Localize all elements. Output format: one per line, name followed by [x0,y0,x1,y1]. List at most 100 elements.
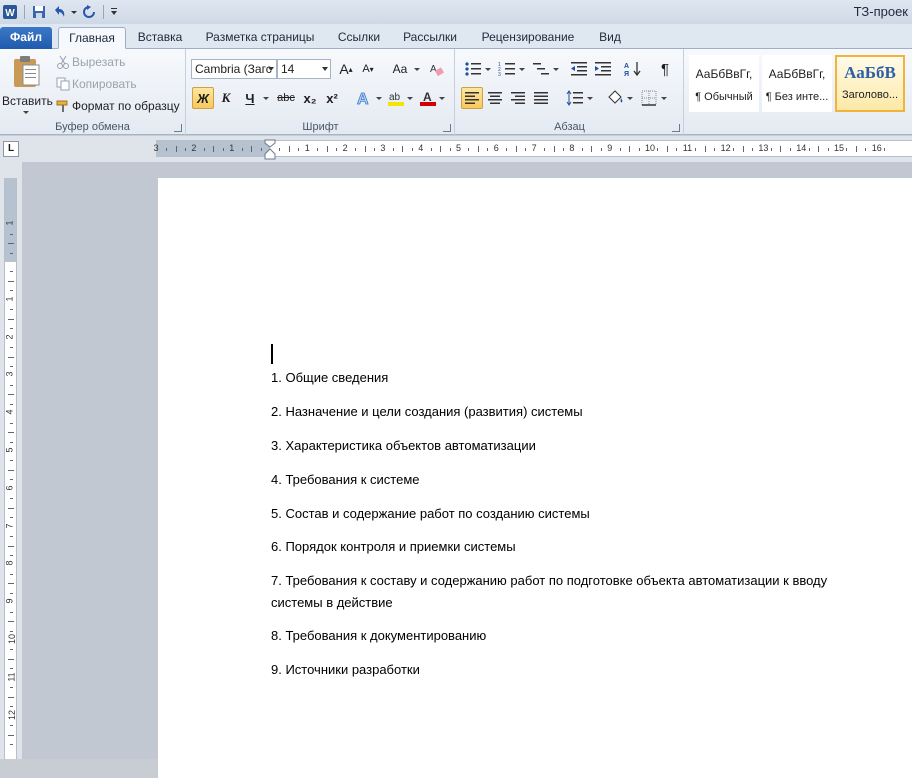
italic-button[interactable]: К [215,87,237,109]
font-color-dropdown-icon[interactable] [439,97,445,100]
undo-icon[interactable] [49,2,69,22]
tab-home[interactable]: Главная [58,27,126,49]
font-size-value: 14 [281,62,295,76]
paste-button[interactable]: Вставить [2,53,53,119]
font-name-combo[interactable]: Cambria (Загс [191,59,277,79]
text-effects-button[interactable]: A [353,87,375,109]
bullets-icon [465,62,481,76]
clear-formatting-button[interactable]: A [425,58,447,80]
grow-arrow-icon: ▴ [348,64,353,74]
ruler-tick [8,432,14,434]
tab-file[interactable]: Файл [0,27,52,49]
document-paragraph[interactable]: 9. Источники разработки [271,659,871,681]
document-paragraph[interactable]: 1. Общие сведения [271,367,871,389]
numbering-button[interactable]: 123 [496,58,518,80]
font-launcher-icon[interactable] [443,124,451,132]
vertical-ruler[interactable]: 1 1 2 3 4 5 6 7 8 9 10 11 12 [4,178,17,759]
style-normal[interactable]: АаБбВвГг, ¶ Обычный [689,55,759,112]
line-spacing-button[interactable] [564,87,586,109]
font-color-button[interactable]: A [417,87,439,109]
line-spacing-dropdown-icon[interactable] [587,97,593,100]
format-painter-icon [54,97,72,115]
sort-button[interactable]: АЯ [622,58,644,80]
decrease-indent-button[interactable] [568,58,590,80]
bullets-dropdown-icon[interactable] [485,68,491,71]
customize-qat-icon[interactable] [108,2,120,22]
change-case-button[interactable]: Aa [387,58,413,80]
bullets-button[interactable] [462,58,484,80]
tab-page-layout[interactable]: Разметка страницы [196,27,324,49]
underline-button[interactable]: Ч [239,87,261,109]
document-paragraph[interactable]: 5. Состав и содержание работ по созданию… [271,503,871,525]
document-paragraph[interactable]: 2. Назначение и цели создания (развития)… [271,401,871,423]
multilevel-list-dropdown-icon[interactable] [553,68,559,71]
copy-button[interactable]: Копировать [54,74,137,94]
sort-icon: АЯ [624,62,641,78]
shading-button[interactable] [604,87,626,109]
cut-button[interactable]: Вырезать [54,52,125,72]
grow-font-button[interactable]: A ▴ [335,58,357,80]
superscript-button[interactable]: x² [321,87,343,109]
style-normal-name: ¶ Обычный [695,91,753,103]
ruler-tick [468,148,470,151]
ruler-tick [600,148,602,151]
ruler-tick [449,148,451,151]
pilcrow-icon: ¶ [660,60,670,78]
ruler-tick [629,146,631,152]
shrink-font-button[interactable]: A ▾ [357,58,379,80]
underline-dropdown-icon[interactable] [263,97,269,100]
highlight-button[interactable]: ab [385,87,407,109]
save-icon[interactable] [29,2,49,22]
ruler-tick [733,148,735,151]
clipboard-launcher-icon[interactable] [174,124,182,132]
subscript-button[interactable]: x₂ [299,87,321,109]
document-paragraph[interactable]: 8. Требования к документированию [271,625,871,647]
paste-label: Вставить [2,94,53,108]
paragraph-launcher-icon[interactable] [672,124,680,132]
strikethrough-button[interactable]: abc [273,87,299,109]
tab-review[interactable]: Рецензирование [472,27,584,49]
document-paragraph[interactable]: 4. Требования к системе [271,469,871,491]
document-paragraph[interactable]: 6. Порядок контроля и приемки системы [271,536,871,558]
align-center-button[interactable] [484,87,506,109]
show-formatting-button[interactable]: ¶ [654,58,676,80]
tab-selector-button[interactable]: L [3,141,19,157]
numbering-dropdown-icon[interactable] [519,68,525,71]
highlight-dropdown-icon[interactable] [407,97,413,100]
word-app-icon[interactable]: W [0,2,20,22]
document-workspace[interactable]: 1. Общие сведения 2. Назначение и цели со… [22,162,912,778]
ruler-tick [10,441,13,443]
style-heading-1[interactable]: АаБбВ Заголово... [835,55,905,112]
ruler-tick [10,403,13,405]
align-left-button[interactable] [461,87,483,109]
bold-button[interactable]: Ж [192,87,214,109]
text-effects-dropdown-icon[interactable] [376,97,382,100]
document-paragraph[interactable]: 3. Характеристика объектов автоматизации [271,435,871,457]
tab-insert[interactable]: Вставка [130,27,190,49]
change-case-dropdown-icon[interactable] [414,68,420,71]
document-page[interactable]: 1. Общие сведения 2. Назначение и цели со… [158,178,912,778]
font-size-combo[interactable]: 14 [277,59,331,79]
align-left-icon [465,92,479,104]
undo-dropdown-icon[interactable] [69,2,79,22]
shading-dropdown-icon[interactable] [627,97,633,100]
tab-view[interactable]: Вид [590,27,630,49]
justify-button[interactable] [530,87,552,109]
grow-font-icon: A [339,61,349,77]
horizontal-ruler[interactable]: 3 2 1 1 2 3 4 5 6 7 8 9 10 11 12 13 14 15 16 [154,139,912,160]
borders-dropdown-icon[interactable] [661,97,667,100]
document-paragraph[interactable]: 7. Требования к составу и содержанию раб… [271,570,871,614]
borders-button[interactable] [638,87,660,109]
increase-indent-button[interactable] [592,58,614,80]
tab-references[interactable]: Ссылки [330,27,388,49]
ruler-tick [10,517,13,519]
tab-mailings[interactable]: Рассылки [394,27,466,49]
style-no-spacing[interactable]: АаБбВвГг, ¶ Без инте... [762,55,832,112]
multilevel-list-button[interactable] [530,58,552,80]
ruler-bar: L 3 2 1 1 2 3 4 5 6 7 8 9 10 11 12 13 14 15 16 [0,136,912,162]
ruler-tick [780,146,782,152]
align-right-button[interactable] [507,87,529,109]
indent-marker-icon[interactable] [264,139,276,160]
format-painter-button[interactable]: Формат по образцу [54,96,180,116]
redo-icon[interactable] [79,2,99,22]
